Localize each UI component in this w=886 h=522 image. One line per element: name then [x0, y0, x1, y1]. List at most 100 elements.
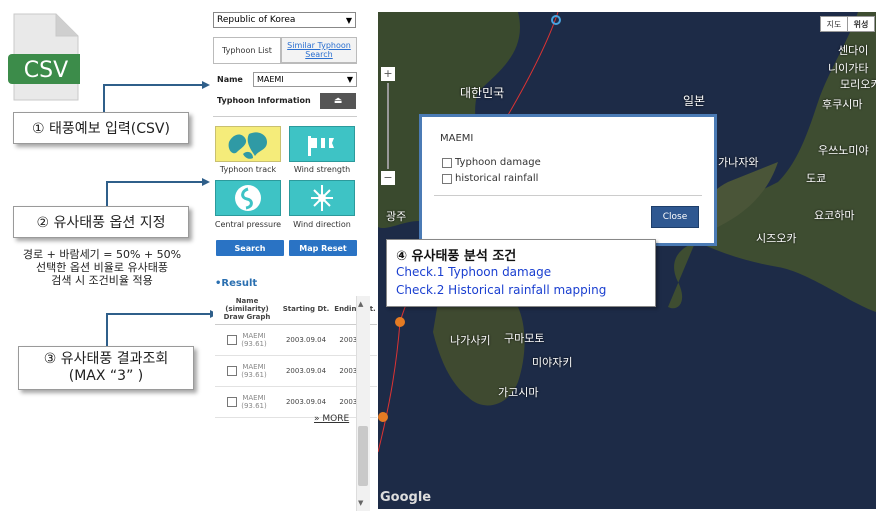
row-similarity: (93.61): [241, 340, 267, 348]
name-select[interactable]: MAEMI ▼: [253, 72, 357, 87]
table-row[interactable]: MAEMI (93.61) 2003.09.04 2003.09.: [215, 355, 377, 387]
table-header-row: Name (similarity) Draw Graph Starting Dt…: [215, 294, 377, 325]
step2-note-line: 검색 시 조건비율 적용: [51, 274, 153, 287]
chevron-down-icon: ▼: [346, 75, 353, 84]
map-label-japan: 일본: [683, 94, 706, 108]
result-title: •Result: [215, 278, 258, 289]
table-row[interactable]: MAEMI (93.61) 2003.09.04 2003.09.: [215, 324, 377, 356]
scroll-down-icon[interactable]: ▼: [358, 499, 363, 507]
tab-divider: [213, 63, 357, 64]
zoom-slider-track[interactable]: [387, 83, 389, 169]
result-scrollbar[interactable]: ▲ ▼: [356, 296, 370, 511]
zoom-in-button[interactable]: +: [381, 67, 395, 81]
step3-max-label: (MAX “3” ): [68, 368, 144, 384]
map-label-kanazawa: 가나자와: [718, 156, 759, 169]
step2-note-line: 선택한 옵션 비율로 유사태풍: [36, 261, 168, 274]
name-select-value: MAEMI: [257, 75, 284, 84]
row-start-date: 2003.09.04: [279, 386, 333, 418]
col-start-header: Starting Dt.: [279, 294, 333, 325]
wind-direction-option[interactable]: [289, 180, 355, 216]
map-reset-button[interactable]: Map Reset: [289, 240, 357, 256]
divider: [213, 116, 357, 117]
map-view-button[interactable]: 지도: [820, 16, 848, 32]
row-name: MAEMI: [242, 363, 266, 371]
step4-check2: Check.2 Historical rainfall mapping: [396, 283, 607, 297]
historical-rainfall-option[interactable]: historical rainfall: [442, 173, 538, 184]
step2-callout: ② 유사태풍 옵션 지정: [13, 206, 189, 238]
map-label-kumamoto: 구마모토: [504, 332, 545, 345]
map-label-miyazaki: 미야자키: [532, 356, 573, 369]
typhoon-track-icon: [228, 132, 267, 159]
row-end-date: 2003.09.: [333, 324, 377, 356]
table-row[interactable]: MAEMI (93.61) 2003.09.04 2003.09.: [215, 386, 377, 418]
google-logo: Google: [380, 490, 432, 505]
typhoon-track-label: Typhoon track: [219, 165, 277, 174]
map-label-fukushima: 후쿠시마: [822, 98, 863, 111]
zoom-control: + −: [381, 67, 395, 187]
row-start-date: 2003.09.04: [279, 324, 333, 356]
row-end-date: 2003.09.: [333, 386, 377, 418]
satellite-view-button[interactable]: 위성: [847, 16, 875, 32]
step2-note-line: 경로 + 바람세기 = 50% + 50%: [22, 248, 182, 261]
row-name: MAEMI: [242, 394, 266, 402]
typhoon-damage-option[interactable]: Typhoon damage: [442, 157, 541, 168]
map-label-yokohama: 요코하마: [814, 209, 855, 222]
step4-title: ④ 유사태풍 분석 조건: [396, 249, 517, 264]
col-name-header: Name (similarity) Draw Graph: [215, 294, 279, 325]
step1-callout: ① 태풍예보 입력(CSV): [13, 112, 189, 144]
tab-label: Typhoon List: [222, 46, 272, 55]
dialog-title: MAEMI: [440, 133, 474, 144]
tab-typhoon-list[interactable]: Typhoon List: [213, 37, 281, 63]
chevron-down-icon: ▼: [345, 15, 352, 25]
row-start-date: 2003.09.04: [279, 355, 333, 387]
wind-direction-icon: [311, 185, 333, 211]
map-label-nagasaki: 나가사키: [450, 334, 491, 347]
name-label: Name: [217, 75, 243, 84]
tab-similar-typhoon-search[interactable]: Similar Typhoon Search: [281, 37, 357, 63]
wind-strength-icon: [308, 136, 334, 156]
row-similarity: (93.61): [241, 402, 267, 410]
map-label-gwangju: 광주: [386, 210, 407, 223]
typhoon-information-label: Typhoon Information: [217, 96, 311, 105]
step4-check1: Check.1 Typhoon damage: [396, 265, 552, 279]
map-label-tokyo: 도쿄: [806, 172, 827, 185]
map-label-shizuoka: 시즈오카: [756, 232, 797, 245]
map-label-utsunomiya: 우쓰노미야: [818, 144, 869, 157]
draw-graph-checkbox[interactable]: [227, 335, 238, 345]
scroll-up-icon[interactable]: ▲: [358, 300, 363, 308]
eject-button[interactable]: ⏏: [320, 93, 356, 109]
map-label-korea: 대한민국: [460, 86, 505, 100]
step1-label: ① 태풍예보 입력(CSV): [32, 121, 170, 137]
map-label-kagoshima: 가고시마: [498, 386, 539, 399]
zoom-out-button[interactable]: −: [381, 171, 395, 185]
eject-icon: ⏏: [333, 96, 343, 106]
wind-strength-label: Wind strength: [293, 165, 351, 174]
typhoon-marker-icon[interactable]: [378, 412, 388, 422]
central-pressure-icon: [235, 185, 261, 211]
draw-graph-checkbox[interactable]: [227, 366, 238, 376]
close-button[interactable]: Close: [651, 206, 699, 228]
central-pressure-option[interactable]: [215, 180, 281, 216]
scroll-thumb[interactable]: [358, 426, 368, 486]
draw-graph-checkbox[interactable]: [227, 397, 238, 407]
central-pressure-label: Central pressure: [214, 220, 282, 229]
row-name: MAEMI: [242, 332, 266, 340]
step3-label: ③ 유사태풍 결과조회: [43, 351, 169, 367]
col-end-header: Ending Dt.: [333, 294, 377, 325]
map-label-niigata: 니이가타: [828, 62, 869, 75]
more-link[interactable]: » MORE: [314, 414, 349, 424]
step4-callout: ④ 유사태풍 분석 조건 Check.1 Typhoon damage Chec…: [386, 239, 656, 307]
country-select[interactable]: Republic of Korea ▼: [213, 12, 356, 28]
tab-label: Similar Typhoon Search: [287, 41, 351, 59]
step2-note: 경로 + 바람세기 = 50% + 50% 선택한 옵션 비율로 유사태풍 검색…: [2, 248, 202, 287]
wind-direction-label: Wind direction: [293, 220, 351, 229]
search-button[interactable]: Search: [216, 240, 284, 256]
dialog-divider: [434, 195, 702, 196]
typhoon-track-option[interactable]: [215, 126, 281, 162]
typhoon-damage-checkbox[interactable]: [442, 157, 452, 168]
typhoon-damage-label: Typhoon damage: [455, 157, 541, 168]
step2-label: ② 유사태풍 옵션 지정: [36, 215, 166, 231]
wind-strength-option[interactable]: [289, 126, 355, 162]
historical-rainfall-checkbox[interactable]: [442, 173, 452, 184]
typhoon-marker-icon[interactable]: [395, 317, 405, 327]
